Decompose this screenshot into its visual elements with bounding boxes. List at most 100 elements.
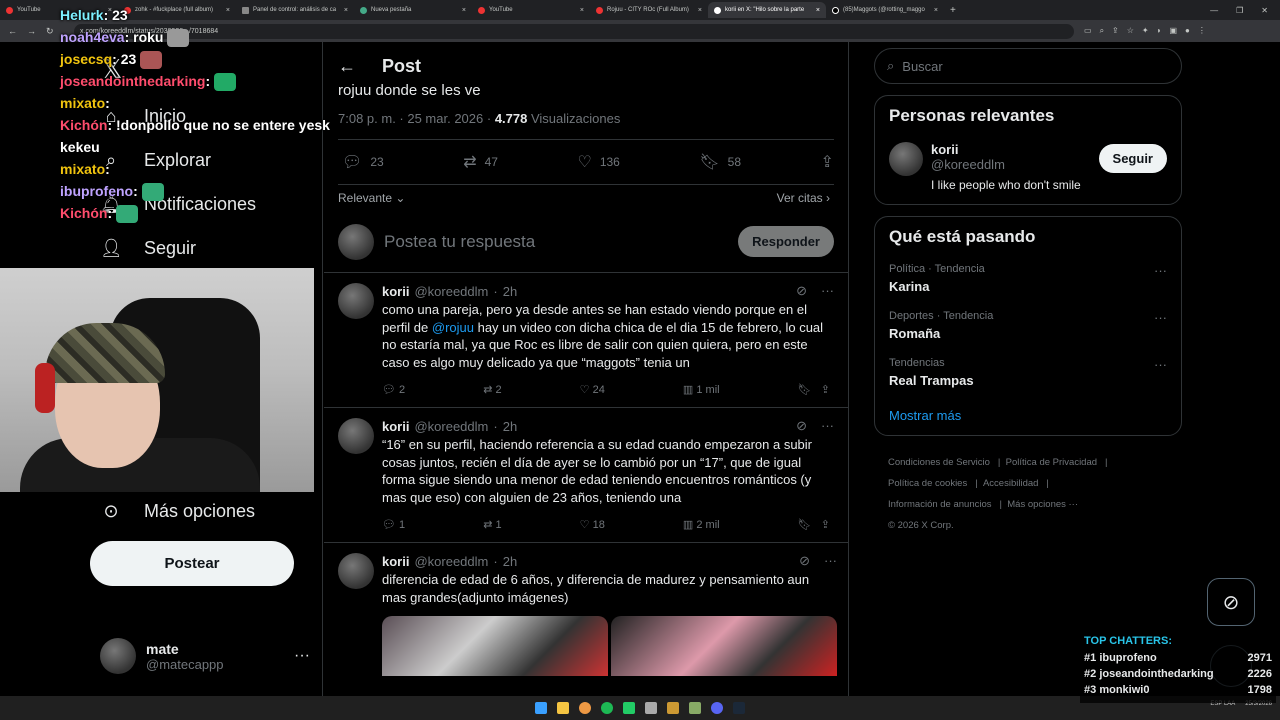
chat-message: joseandointhedarking: — [60, 70, 350, 92]
extension-icon[interactable]: ✦ — [1142, 26, 1149, 36]
browser-tab[interactable]: Nueva pestaña × — [354, 2, 472, 18]
views-action[interactable]: ▥ 2 mil — [683, 518, 720, 531]
app-icon[interactable] — [689, 702, 701, 714]
chrome-icon[interactable] — [579, 702, 591, 714]
repost-action[interactable]: ⇄ 47 — [463, 152, 498, 172]
chat-message: noah4eva: roku — [60, 26, 350, 48]
app-icon[interactable] — [667, 702, 679, 714]
avatar[interactable] — [889, 142, 923, 176]
close-tab-icon[interactable]: × — [580, 7, 584, 14]
trend-item[interactable]: Política · Tendencia Karina ··· — [889, 263, 1167, 294]
steam-icon[interactable] — [733, 702, 745, 714]
like-action[interactable]: ♡ 24 — [580, 383, 605, 396]
trends-card: Qué está pasando Política · Tendencia Kar… — [874, 216, 1182, 436]
star-icon[interactable]: ☆ — [1127, 26, 1134, 36]
card-title: Qué está pasando — [889, 227, 1036, 246]
post-button[interactable]: Postear — [90, 541, 294, 586]
attached-image[interactable] — [611, 616, 837, 676]
quotes-link[interactable]: Ver citas › — [777, 191, 830, 205]
webcam-feed — [0, 268, 314, 492]
reply-button[interactable]: Responder — [738, 226, 834, 257]
avatar[interactable] — [338, 418, 374, 454]
bookmark-icon: 🔖︎ — [797, 383, 812, 396]
x-logo-icon — [714, 6, 721, 14]
bookmark-share[interactable]: 🔖︎ ⇪ — [798, 518, 830, 531]
sidebar-item-seguir[interactable]: 👤︎ Seguir — [100, 238, 196, 259]
close-tab-icon[interactable]: × — [816, 7, 820, 14]
more-icon[interactable]: ··· — [1154, 357, 1167, 388]
back-icon[interactable]: ← — [8, 26, 17, 37]
account-name: mate — [146, 640, 179, 657]
account-switcher[interactable]: mate @matecappp ··· — [100, 638, 310, 674]
minimize-icon[interactable]: — — [1210, 6, 1218, 15]
repost-action[interactable]: ⇄ 1 — [483, 518, 501, 531]
reply-post[interactable]: korii @koreeddlm · 2h ⊘ ··· como una pareja, … — [324, 273, 848, 408]
app-icon[interactable] — [623, 702, 635, 714]
like-action[interactable]: ♡ 18 — [580, 518, 605, 531]
attached-image[interactable] — [382, 616, 608, 676]
emote-icon — [141, 183, 164, 202]
bookmark-share[interactable]: 🔖︎ ⇪ — [798, 383, 830, 396]
reply-action[interactable]: 💬︎ 1 — [382, 518, 405, 531]
extension-icon[interactable]: ▣ — [1169, 26, 1177, 36]
reply-input[interactable]: Postea tu respuesta — [384, 232, 728, 252]
more-icon[interactable]: ··· — [294, 647, 310, 665]
trend-item[interactable]: Tendencias Real Trampas ··· — [889, 357, 1167, 388]
spotify-icon[interactable] — [601, 702, 613, 714]
close-window-icon[interactable]: ✕ — [1261, 6, 1268, 15]
close-tab-icon[interactable]: × — [934, 7, 938, 14]
close-tab-icon[interactable]: × — [462, 7, 466, 14]
browser-tab[interactable]: Rojuu - CITY ROc (Full Album) × — [590, 2, 708, 18]
avatar[interactable] — [338, 283, 374, 319]
follow-button[interactable]: Seguir — [1098, 144, 1167, 173]
grok-icon[interactable]: ⊘ — [799, 553, 810, 569]
cast-icon[interactable]: ▭ — [1084, 26, 1092, 36]
trend-item[interactable]: Deportes · Tendencia Romaña ··· — [889, 310, 1167, 341]
windows-start-icon[interactable] — [535, 702, 547, 714]
like-action[interactable]: ♡ 136 — [577, 152, 619, 172]
reply-composer: Postea tu respuesta Responder — [324, 211, 848, 273]
share-icon[interactable]: ⇪ — [1112, 26, 1119, 36]
profile-icon[interactable]: ● — [1185, 26, 1190, 36]
more-icon[interactable]: ··· — [821, 418, 834, 434]
file-explorer-icon[interactable] — [557, 702, 569, 714]
reply-post[interactable]: korii @koreeddlm · 2h ⊘ ··· diferencia de eda… — [324, 543, 848, 676]
share-action[interactable]: ⇪ — [821, 152, 834, 172]
post-actions: 💬︎ 23 ⇄ 47 ♡ 136 🔖︎ 58 ⇪ — [324, 140, 848, 184]
mention-link[interactable]: @rojuu — [432, 320, 474, 335]
grok-icon[interactable]: ⊘ — [796, 418, 807, 434]
more-icon[interactable]: ··· — [824, 553, 837, 569]
browser-tab[interactable]: YouTube × — [472, 2, 590, 18]
views-action[interactable]: ▥ 1 mil — [683, 383, 720, 396]
avatar — [338, 223, 374, 260]
grok-icon[interactable]: ⊘ — [796, 283, 807, 299]
extension-icon[interactable]: ◗ — [1157, 26, 1162, 36]
browser-tab-active[interactable]: korii en X: "Hilo sobre la parte × — [708, 2, 826, 18]
app-icon[interactable] — [645, 702, 657, 714]
more-icon[interactable]: ··· — [821, 283, 834, 299]
show-more-link[interactable]: Mostrar más — [889, 408, 1167, 423]
avatar[interactable] — [338, 553, 374, 589]
more-icon[interactable]: ··· — [1154, 263, 1167, 294]
sidebar-item-mas-opciones[interactable]: ⊙ Más opciones — [100, 501, 255, 522]
search-input[interactable]: ⌕ Buscar — [874, 48, 1182, 84]
menu-icon[interactable]: ⋮ — [1198, 26, 1206, 36]
close-tab-icon[interactable]: × — [698, 7, 702, 14]
chatter-row: #2 joseandointhedarking 2226 — [1084, 668, 1272, 680]
grok-button[interactable]: ⊘ — [1207, 578, 1255, 626]
forward-icon[interactable]: → — [27, 26, 36, 37]
emote-icon — [140, 51, 163, 70]
reply-post[interactable]: korii @koreeddlm · 2h ⊘ ··· “16” en su perfil… — [324, 408, 848, 543]
repost-action[interactable]: ⇄ 2 — [483, 383, 501, 396]
maximize-icon[interactable]: ❐ — [1236, 6, 1243, 15]
reply-action[interactable]: 💬︎ 2 — [382, 383, 405, 396]
reload-icon[interactable]: ↻ — [46, 26, 54, 37]
more-icon[interactable]: ··· — [1154, 310, 1167, 341]
zoom-icon[interactable]: ⌕ — [1100, 26, 1104, 36]
discord-icon[interactable] — [711, 702, 723, 714]
new-tab-icon[interactable]: + — [944, 5, 956, 16]
browser-tab[interactable]: (85)Maggots (@rotting_maggo × — [826, 2, 944, 18]
footer-links: Condiciones de Servicio | Política de Pri… — [888, 457, 1108, 531]
bookmark-action[interactable]: 🔖︎ 58 — [699, 152, 741, 172]
relevant-person[interactable]: korii @koreeddlm I like people who don't… — [889, 142, 1167, 192]
